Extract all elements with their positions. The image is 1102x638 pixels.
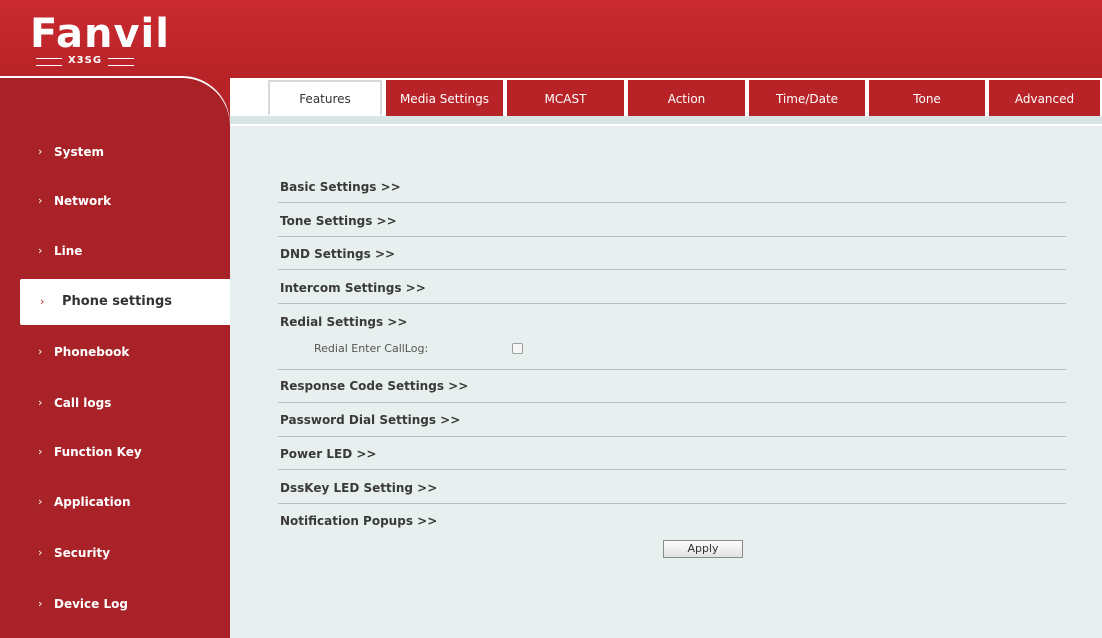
fanvil-logo: Fanvil X3SG xyxy=(30,12,169,72)
tab-action[interactable]: Action xyxy=(628,80,745,116)
chevron-right-icon: › xyxy=(38,194,43,207)
tab-tone[interactable]: Tone xyxy=(869,80,985,116)
sidebar-item-label: Line xyxy=(54,244,83,258)
divider xyxy=(278,436,1066,437)
tab-features[interactable]: Features xyxy=(268,80,382,116)
divider xyxy=(278,469,1066,470)
tab-time-date[interactable]: Time/Date xyxy=(749,80,865,116)
sidebar-item-label: Function Key xyxy=(54,445,142,459)
logo-text: Fanvil xyxy=(30,11,170,57)
section-power-led[interactable]: Power LED >> xyxy=(280,447,376,461)
divider xyxy=(278,303,1066,304)
apply-button[interactable]: Apply xyxy=(663,540,743,558)
sidebar-item-label: Network xyxy=(54,194,112,208)
section-response-code-settings[interactable]: Response Code Settings >> xyxy=(280,379,468,393)
chevron-right-icon: › xyxy=(38,145,43,158)
sidebar-item-network[interactable]: › Network xyxy=(0,185,230,217)
redial-enter-calllog-label: Redial Enter CallLog: xyxy=(314,342,429,355)
sidebar-item-function-key[interactable]: › Function Key xyxy=(0,436,230,468)
chevron-right-icon: › xyxy=(38,495,43,508)
sidebar-item-system[interactable]: › System xyxy=(0,136,230,168)
divider xyxy=(278,503,1066,504)
section-notification-popups[interactable]: Notification Popups >> xyxy=(280,514,437,528)
chevron-right-icon: › xyxy=(38,345,43,358)
chevron-right-icon: › xyxy=(40,295,45,308)
section-tone-settings[interactable]: Tone Settings >> xyxy=(280,214,397,228)
sidebar-item-label: Phonebook xyxy=(54,345,130,359)
divider xyxy=(278,269,1066,270)
chevron-right-icon: › xyxy=(38,396,43,409)
sidebar-item-label: Application xyxy=(54,495,131,509)
chevron-right-icon: › xyxy=(38,244,43,257)
sidebar-curve xyxy=(0,78,230,126)
sidebar-item-line[interactable]: › Line xyxy=(0,235,230,267)
section-dsskey-led-setting[interactable]: DssKey LED Setting >> xyxy=(280,481,437,495)
sidebar-item-label: Device Log xyxy=(54,597,128,611)
chevron-right-icon: › xyxy=(38,546,43,559)
divider xyxy=(278,369,1066,370)
divider xyxy=(278,202,1066,203)
section-redial-settings[interactable]: Redial Settings >> xyxy=(280,315,407,329)
sidebar-item-phonebook[interactable]: › Phonebook xyxy=(0,336,230,368)
divider xyxy=(278,236,1066,237)
section-basic-settings[interactable]: Basic Settings >> xyxy=(280,180,401,194)
sidebar-item-application[interactable]: › Application xyxy=(0,486,230,518)
tab-bar: Features Media Settings MCAST Action Tim… xyxy=(230,78,1102,126)
sidebar-item-label: System xyxy=(54,145,104,159)
header-bar: Fanvil X3SG xyxy=(0,0,1102,78)
sidebar-item-security[interactable]: › Security xyxy=(0,537,230,569)
tab-media-settings[interactable]: Media Settings xyxy=(386,80,503,116)
tab-underline xyxy=(230,116,1102,124)
sidebar-item-label: Security xyxy=(54,546,111,560)
section-password-dial-settings[interactable]: Password Dial Settings >> xyxy=(280,413,460,427)
chevron-right-icon: › xyxy=(38,597,43,610)
tab-advanced[interactable]: Advanced xyxy=(989,80,1100,116)
chevron-right-icon: › xyxy=(38,445,43,458)
sidebar-item-device-log[interactable]: › Device Log xyxy=(0,588,230,620)
tab-mcast[interactable]: MCAST xyxy=(507,80,624,116)
sidebar-item-label: Call logs xyxy=(54,396,112,410)
sidebar-item-label: Phone settings xyxy=(62,294,173,309)
divider xyxy=(278,402,1066,403)
section-intercom-settings[interactable]: Intercom Settings >> xyxy=(280,281,426,295)
sidebar-item-phone-settings[interactable]: › Phone settings xyxy=(20,279,230,325)
section-dnd-settings[interactable]: DND Settings >> xyxy=(280,247,395,261)
redial-enter-calllog-checkbox[interactable] xyxy=(512,343,523,354)
sidebar-item-call-logs[interactable]: › Call logs xyxy=(0,387,230,419)
model-label: X3SG xyxy=(30,54,140,68)
